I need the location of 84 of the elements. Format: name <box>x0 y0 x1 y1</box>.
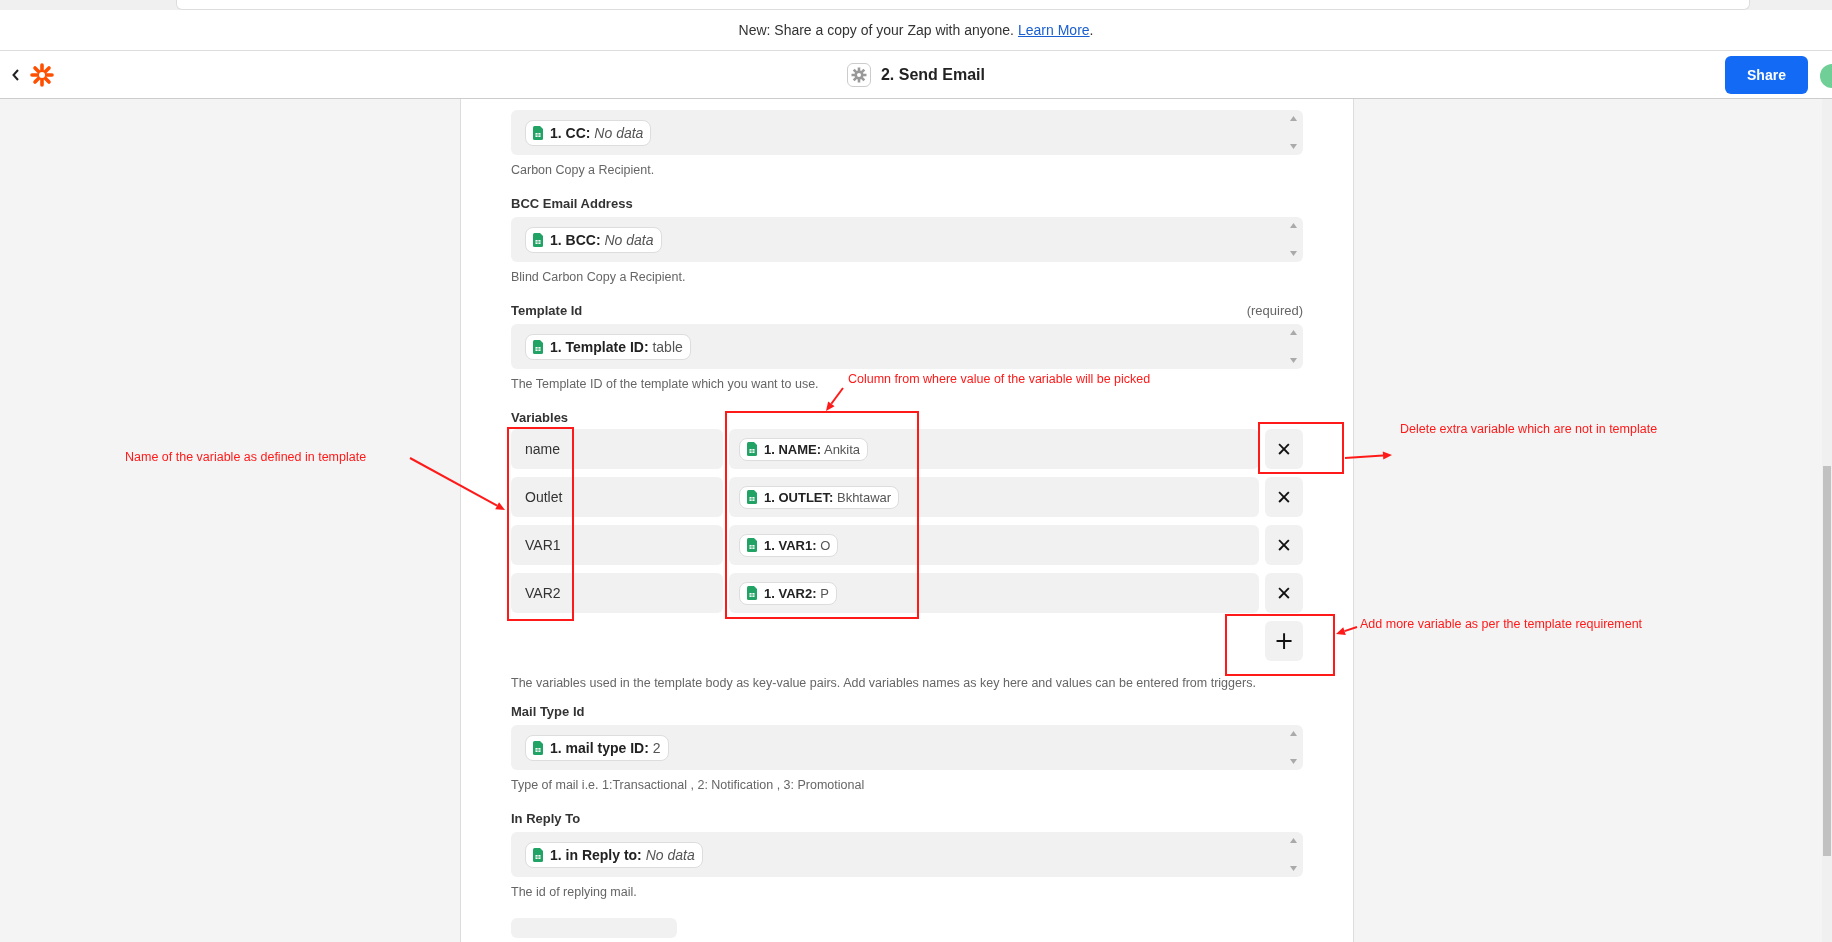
field-label: BCC Email Address <box>511 196 633 212</box>
input-field[interactable]: 1. BCC: No data <box>511 217 1303 262</box>
value-field[interactable]: 1. OUTLET: Bkhtawar <box>729 477 1259 517</box>
pill-text: 1. VAR2: P <box>764 585 829 601</box>
data-pill[interactable]: 1. CC: No data <box>525 119 652 146</box>
spreadsheet-icon <box>533 339 543 354</box>
gear-icon <box>846 62 871 87</box>
scroll-down-icon[interactable] <box>1290 866 1297 871</box>
data-pill[interactable]: 1. in Reply to: No data <box>525 841 703 868</box>
share-button[interactable]: Share <box>1725 56 1808 94</box>
field-hint: The variables used in the template body as key-value pairs. Add variables names as key here and values can be entered from triggers. <box>511 675 1256 691</box>
annotation-text: Add more variable as per the template requirement <box>1360 617 1643 631</box>
pill-text: 1. CC: No data <box>550 124 644 141</box>
annotation-text: Column from where value of the variable will be picked <box>848 372 1151 386</box>
field-hint: Type of mail i.e. 1:Transactional , 2: Notification , 3: Promotional <box>511 777 865 793</box>
address-bar[interactable] <box>176 0 1750 10</box>
pill-text: 1. mail type ID: 2 <box>550 739 661 756</box>
field-hint: The id of replying mail. <box>511 884 637 900</box>
annotation-text: Name of the variable as defined in template <box>125 450 367 464</box>
pill-text: 1. NAME: Ankita <box>764 441 861 457</box>
pill-text: 1. OUTLET: Bkhtawar <box>764 489 892 505</box>
annotation-arrow <box>1344 451 1392 460</box>
banner-period: . <box>1089 22 1094 38</box>
remove-button[interactable]: ✕ <box>1265 525 1303 565</box>
scroll-up-icon[interactable] <box>1290 116 1297 121</box>
value-field[interactable]: 1. NAME: Ankita <box>729 429 1259 469</box>
pill-text: 1. in Reply to: No data <box>550 846 695 863</box>
spreadsheet-icon <box>747 442 757 456</box>
key-field[interactable]: VAR2 <box>511 573 723 613</box>
pill-text: 1. Template ID: table <box>550 338 683 355</box>
field-label: Mail Type Id <box>511 704 585 720</box>
remove-button[interactable]: ✕ <box>1265 477 1303 517</box>
field-label: Template Id <box>511 303 583 319</box>
required-note: (required) <box>1246 303 1303 319</box>
field-label: In Reply To <box>511 811 581 827</box>
key-field[interactable]: VAR1 <box>511 525 723 565</box>
key-field[interactable]: Outlet <box>511 477 723 517</box>
spreadsheet-icon <box>533 740 543 755</box>
input-field[interactable]: 1. Template ID: table <box>511 324 1303 369</box>
spreadsheet-icon <box>533 125 543 140</box>
remove-button[interactable]: ✕ <box>1265 573 1303 613</box>
scroll-up-icon[interactable] <box>1290 223 1297 228</box>
data-pill[interactable]: 1. mail type ID: 2 <box>525 734 669 761</box>
scroll-down-icon[interactable] <box>1290 759 1297 764</box>
field-hint: The Template ID of the template which you want to use. <box>511 376 819 392</box>
field-hint: Carbon Copy a Recipient. <box>511 162 655 178</box>
spreadsheet-icon <box>533 847 543 862</box>
spreadsheet-icon <box>747 490 757 504</box>
key-field[interactable]: name <box>511 429 723 469</box>
scrollbar[interactable] <box>1822 99 1832 942</box>
annotation-arrow <box>826 387 844 411</box>
scroll-up-icon[interactable] <box>1290 838 1297 843</box>
input-field[interactable]: 1. in Reply to: No data <box>511 832 1303 877</box>
data-pill[interactable]: 1. NAME: Ankita <box>739 437 869 461</box>
data-pill[interactable]: 1. BCC: No data <box>525 226 662 253</box>
pill-text: 1. BCC: No data <box>550 231 654 248</box>
scroll-down-icon[interactable] <box>1290 358 1297 363</box>
add-button[interactable]: + <box>1265 621 1303 661</box>
spreadsheet-icon <box>747 586 757 600</box>
data-pill[interactable]: 1. VAR1: O <box>739 533 839 557</box>
value-field[interactable]: 1. VAR1: O <box>729 525 1259 565</box>
learn-more-link[interactable]: Learn More <box>1018 22 1090 38</box>
data-pill[interactable]: 1. VAR2: P <box>739 581 837 605</box>
step-title: 2. Send Email <box>880 65 985 84</box>
annotation-arrow <box>1336 626 1358 635</box>
asterisk-logo-icon[interactable] <box>30 62 54 87</box>
spreadsheet-icon <box>747 538 757 552</box>
spreadsheet-icon <box>533 232 543 247</box>
remove-button[interactable]: ✕ <box>1265 429 1303 469</box>
scroll-down-icon[interactable] <box>1290 251 1297 256</box>
data-pill[interactable]: 1. Template ID: table <box>525 333 691 360</box>
banner-text: New: Share a copy of your Zap with anyone. <box>738 22 1014 38</box>
data-pill[interactable]: 1. OUTLET: Bkhtawar <box>739 485 900 509</box>
input-field[interactable]: 1. mail type ID: 2 <box>511 725 1303 770</box>
scroll-up-icon[interactable] <box>1290 731 1297 736</box>
field-label: Variables <box>511 410 569 426</box>
scroll-up-icon[interactable] <box>1290 330 1297 335</box>
annotation-text: Delete extra variable which are not in template <box>1400 422 1658 436</box>
field-hint: Blind Carbon Copy a Recipient. <box>511 269 686 285</box>
scroll-down-icon[interactable] <box>1290 144 1297 149</box>
input-field[interactable]: 1. CC: No data <box>511 110 1303 155</box>
value-field[interactable]: 1. VAR2: P <box>729 573 1259 613</box>
pill-text: 1. VAR1: O <box>764 537 831 553</box>
back-chevron-icon[interactable] <box>12 68 20 81</box>
